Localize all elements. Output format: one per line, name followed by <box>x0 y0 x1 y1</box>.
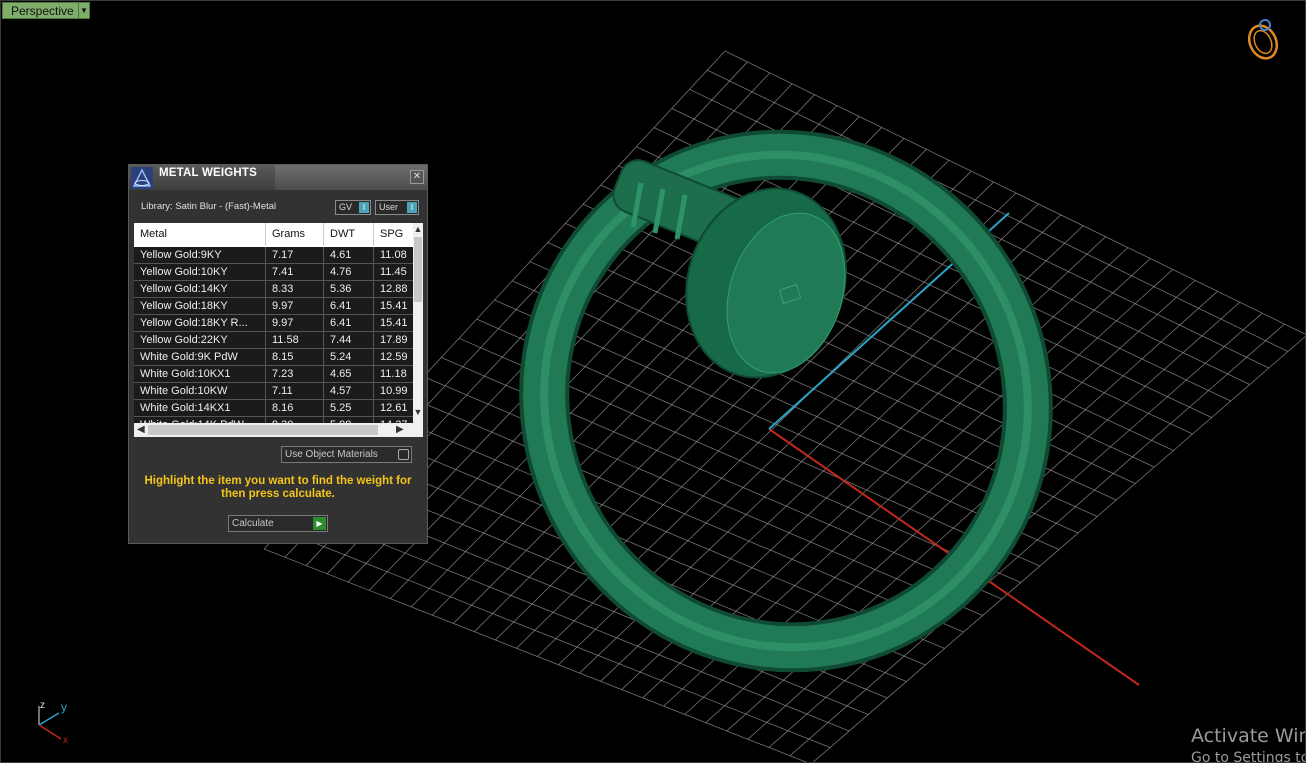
metal-table[interactable]: Metal Grams DWT SPG Yellow Gold:9KY 7.17 4… <box>134 223 413 433</box>
ring-model[interactable] <box>458 69 1115 732</box>
use-object-materials-label: Use Object Materials <box>285 449 378 460</box>
library-label: Library: Satin Blur - (Fast)-Metal <box>141 201 277 212</box>
cell-metal: Yellow Gold:18KY R... <box>134 315 266 331</box>
calculate-label: Calculate <box>232 518 274 529</box>
cell-dwt: 4.57 <box>324 383 374 399</box>
cell-grams: 9.97 <box>266 315 324 331</box>
scroll-up-icon[interactable]: ▲ <box>413 224 423 234</box>
cell-dwt: 5.36 <box>324 281 374 297</box>
scroll-right-icon[interactable]: ▶ <box>396 423 404 437</box>
cell-dwt: 5.24 <box>324 349 374 365</box>
use-object-materials-option[interactable]: Use Object Materials <box>281 446 412 463</box>
scroll-left-icon[interactable]: ◀ <box>137 423 145 437</box>
column-header-dwt[interactable]: DWT <box>324 223 374 246</box>
play-icon: ▶ <box>313 517 326 530</box>
table-horizontal-scrollbar[interactable]: ◀ ▶ <box>134 423 423 437</box>
cell-metal: White Gold:10KW <box>134 383 266 399</box>
panel-titlebar[interactable]: METAL WEIGHTS ✕ <box>129 165 427 190</box>
cell-spg: 11.08 <box>380 249 407 261</box>
cell-dwt: 4.61 <box>324 247 374 263</box>
panel-title: METAL WEIGHTS <box>159 167 258 179</box>
cell-spg: 15.41 <box>380 300 408 312</box>
table-row[interactable]: White Gold:10KX1 7.23 4.65 11.18 <box>134 366 413 383</box>
table-row[interactable]: Yellow Gold:14KY 8.33 5.36 12.88 <box>134 281 413 298</box>
cell-dwt: 6.41 <box>324 315 374 331</box>
cell-grams: 9.97 <box>266 298 324 314</box>
cell-grams: 8.33 <box>266 281 324 297</box>
close-icon[interactable]: ✕ <box>410 170 424 184</box>
cell-grams: 7.17 <box>266 247 324 263</box>
cell-grams: 8.16 <box>266 400 324 416</box>
cell-spg: 17.89 <box>380 334 408 346</box>
cell-metal: White Gold:9K PdW <box>134 349 266 365</box>
cell-grams: 7.41 <box>266 264 324 280</box>
cell-grams: 7.23 <box>266 366 324 382</box>
cell-spg: 15.41 <box>380 317 408 329</box>
watermark-line2: Go to Settings to <box>1191 750 1306 763</box>
viewport-dropdown-icon[interactable]: ▼ <box>78 2 90 19</box>
axis-triad: z y x <box>38 700 68 746</box>
cell-dwt: 7.44 <box>324 332 374 348</box>
table-row[interactable]: Yellow Gold:18KY 9.97 6.41 15.41 <box>134 298 413 315</box>
triad-x-label: x <box>63 735 68 746</box>
cell-spg: 11.45 <box>380 266 407 278</box>
user-toggle-label: User <box>379 202 399 212</box>
vertical-scroll-thumb[interactable] <box>414 237 422 302</box>
user-toggle-icon: I <box>407 202 417 213</box>
table-row[interactable]: Yellow Gold:10KY 7.41 4.76 11.45 <box>134 264 413 281</box>
table-row[interactable]: White Gold:9K PdW 8.15 5.24 12.59 <box>134 349 413 366</box>
cell-spg: 11.18 <box>380 368 407 380</box>
viewport-label[interactable]: Perspective <box>2 2 81 19</box>
cell-metal: Yellow Gold:10KY <box>134 264 266 280</box>
cell-spg: 12.61 <box>380 402 408 414</box>
table-row[interactable]: Yellow Gold:18KY R... 9.97 6.41 15.41 <box>134 315 413 332</box>
table-body: Yellow Gold:9KY 7.17 4.61 11.08 Yellow Gold:… <box>134 247 413 433</box>
triad-y-label: y <box>61 700 67 714</box>
table-vertical-scrollbar[interactable]: ▲ ▼ <box>413 223 423 433</box>
cell-metal: Yellow Gold:14KY <box>134 281 266 297</box>
cell-spg: 10.99 <box>380 385 408 397</box>
user-toggle[interactable]: User I <box>375 200 419 215</box>
cell-metal: Yellow Gold:22KY <box>134 332 266 348</box>
cell-grams: 11.58 <box>266 332 324 348</box>
column-header-grams[interactable]: Grams <box>266 223 324 246</box>
table-row[interactable]: White Gold:14KX1 8.16 5.25 12.61 <box>134 400 413 417</box>
cell-dwt: 4.76 <box>324 264 374 280</box>
calculate-button[interactable]: Calculate ▶ <box>228 515 328 532</box>
column-header-spg[interactable]: SPG <box>374 223 413 246</box>
instruction-message: Highlight the item you want to find the … <box>144 475 412 500</box>
rhino-logo-icon <box>131 167 153 189</box>
3d-viewport[interactable]: z y x Perspective ▼ Activate Win Go to S… <box>0 0 1306 763</box>
scroll-down-icon[interactable]: ▼ <box>413 407 423 417</box>
cell-metal: White Gold:10KX1 <box>134 366 266 382</box>
grid-line <box>582 203 1155 468</box>
cell-spg: 12.88 <box>380 283 408 295</box>
cell-dwt: 6.41 <box>324 298 374 314</box>
triad-z-label: z <box>40 700 45 711</box>
cell-dwt: 4.65 <box>324 366 374 382</box>
table-row[interactable]: Yellow Gold:22KY 11.58 7.44 17.89 <box>134 332 413 349</box>
metal-weights-panel[interactable]: METAL WEIGHTS ✕ Library: Satin Blur - (F… <box>128 164 428 544</box>
cell-grams: 7.11 <box>266 383 324 399</box>
cell-metal: White Gold:14KX1 <box>134 400 266 416</box>
ring-orientation-icon[interactable] <box>1244 19 1282 63</box>
table-row[interactable]: Yellow Gold:9KY 7.17 4.61 11.08 <box>134 247 413 264</box>
watermark-line1: Activate Win <box>1191 725 1306 747</box>
table-row[interactable]: White Gold:10KW 7.11 4.57 10.99 <box>134 383 413 400</box>
cell-spg: 12.59 <box>380 351 408 363</box>
table-header: Metal Grams DWT SPG <box>134 223 413 246</box>
column-header-metal[interactable]: Metal <box>134 223 266 246</box>
cell-grams: 8.15 <box>266 349 324 365</box>
cell-dwt: 5.25 <box>324 400 374 416</box>
gv-toggle[interactable]: GV I <box>335 200 371 215</box>
gv-toggle-icon: I <box>359 202 369 213</box>
cell-metal: Yellow Gold:18KY <box>134 298 266 314</box>
gv-toggle-label: GV <box>339 202 353 212</box>
radio-icon[interactable] <box>398 449 409 460</box>
cell-metal: Yellow Gold:9KY <box>134 247 266 263</box>
horizontal-scroll-thumb[interactable] <box>148 425 378 435</box>
